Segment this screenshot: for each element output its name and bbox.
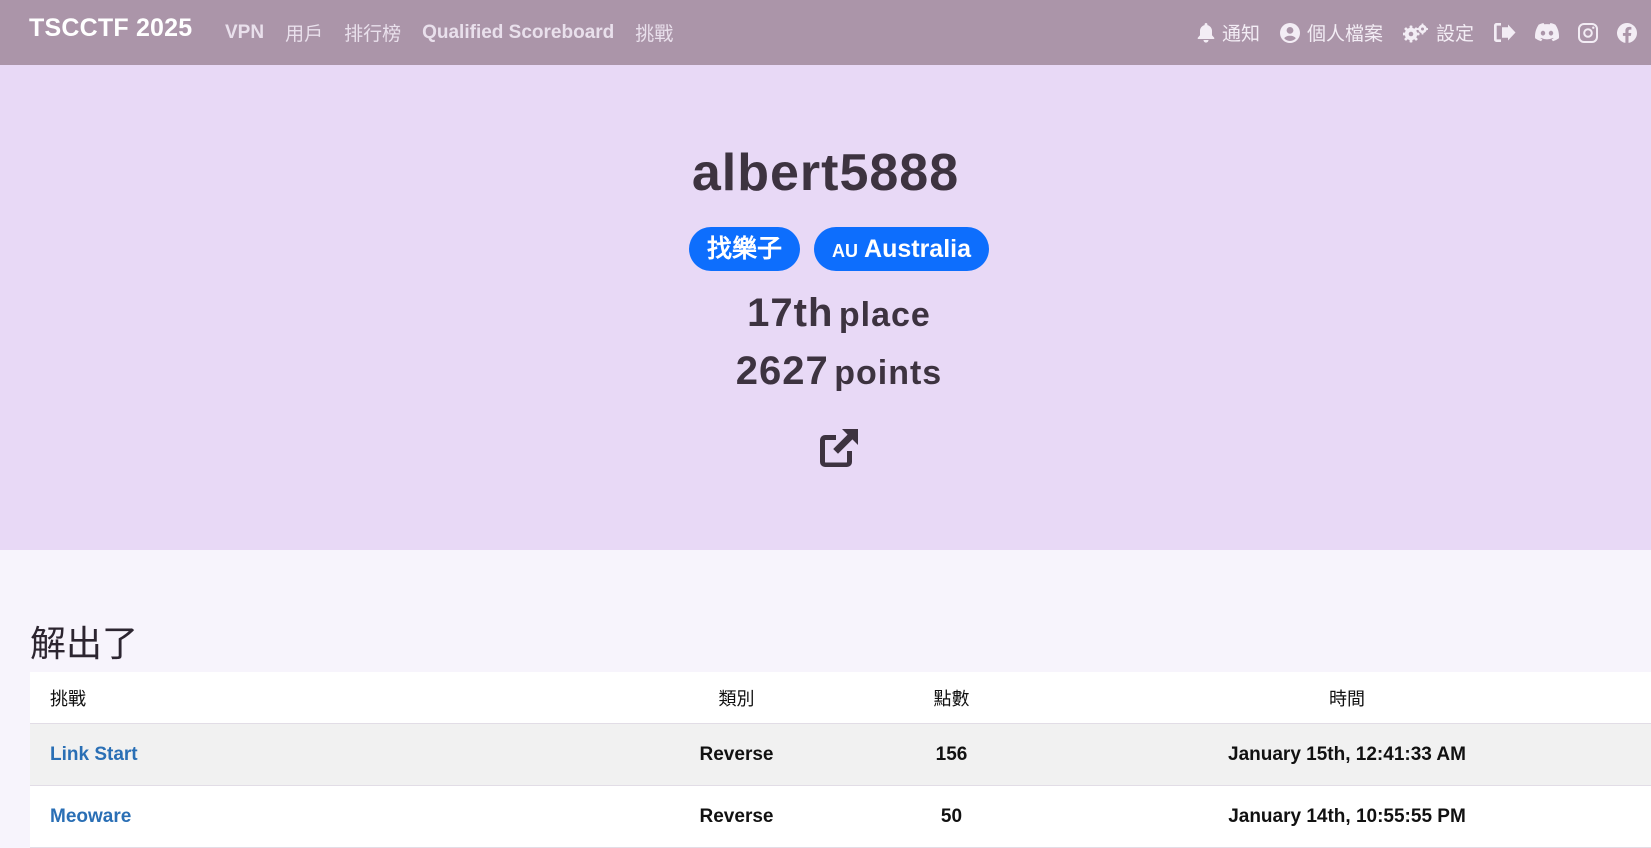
- facebook-link[interactable]: [1617, 22, 1637, 43]
- discord-link[interactable]: [1535, 23, 1559, 42]
- settings-label: 設定: [1435, 24, 1474, 45]
- place-value: 17th: [747, 291, 834, 335]
- points-stat: 2627 points: [0, 349, 1651, 394]
- nav-right-links: 通知 個人檔案 設定: [1197, 0, 1651, 65]
- header-time[interactable]: 時間: [1043, 685, 1651, 711]
- external-link-icon[interactable]: [818, 427, 860, 469]
- brand-logo[interactable]: TSCCTF 2025: [29, 14, 192, 43]
- time-cell: January 15th, 12:41:33 AM: [1228, 743, 1466, 765]
- bell-icon: [1197, 22, 1215, 43]
- country-badge: AU Australia: [814, 227, 989, 271]
- nav-link-scoreboard[interactable]: 排行榜: [344, 19, 401, 46]
- user-circle-icon: [1279, 22, 1300, 43]
- profile-label: 個人檔案: [1306, 24, 1383, 45]
- nav-link-qualified-scoreboard[interactable]: Qualified Scoreboard: [422, 22, 614, 44]
- points-unit: points: [834, 354, 943, 392]
- nav-link-challenges[interactable]: 挑戰: [635, 19, 673, 46]
- country-name: Australia: [864, 235, 971, 263]
- category-cell: Reverse: [699, 805, 774, 827]
- table-header-row: 挑戰 類別 點數 時間: [30, 672, 1651, 724]
- challenge-link[interactable]: Link Start: [30, 744, 613, 766]
- instagram-icon: [1578, 22, 1598, 43]
- nav-notifications[interactable]: 通知: [1197, 19, 1260, 46]
- header-category[interactable]: 類別: [613, 685, 860, 711]
- points-cell: 156: [935, 743, 968, 765]
- time-cell: January 14th, 10:55:55 PM: [1228, 805, 1466, 827]
- facebook-icon: [1617, 22, 1637, 43]
- username-heading: albert5888: [691, 144, 960, 202]
- header-challenge[interactable]: 挑戰: [30, 685, 613, 711]
- challenge-link[interactable]: Meoware: [30, 806, 613, 828]
- nav-link-vpn[interactable]: VPN: [225, 22, 264, 44]
- instagram-link[interactable]: [1578, 22, 1598, 43]
- nav-settings[interactable]: 設定: [1402, 19, 1474, 46]
- team-badge[interactable]: 找樂子: [689, 227, 801, 271]
- place-unit: place: [838, 296, 931, 334]
- solves-title: 解出了: [30, 623, 139, 664]
- country-code: AU: [832, 241, 859, 261]
- nav-left-links: VPN 用戶 排行榜 Qualified Scoreboard 挑戰: [225, 0, 694, 65]
- solves-table: 挑戰 類別 點數 時間 Link Start Reverse 156 Janua…: [30, 672, 1651, 848]
- nav-profile[interactable]: 個人檔案: [1279, 19, 1383, 46]
- header-points[interactable]: 點數: [860, 685, 1043, 711]
- table-row: Meoware Reverse 50 January 14th, 10:55:5…: [30, 786, 1651, 848]
- logout-icon: [1494, 23, 1516, 42]
- category-cell: Reverse: [699, 743, 774, 765]
- place-stat: 17th place: [0, 291, 1651, 336]
- table-row: Link Start Reverse 156 January 15th, 12:…: [30, 724, 1651, 786]
- profile-header: albert5888 找樂子 AU Australia 17th place 26…: [0, 65, 1651, 550]
- logout-button[interactable]: [1494, 23, 1516, 42]
- badge-group: 找樂子 AU Australia: [0, 227, 1651, 271]
- gears-icon: [1402, 23, 1428, 42]
- points-value: 2627: [735, 349, 829, 393]
- notifications-label: 通知: [1221, 24, 1260, 45]
- top-navbar: TSCCTF 2025 VPN 用戶 排行榜 Qualified Scorebo…: [0, 0, 1651, 65]
- points-cell: 50: [940, 805, 963, 827]
- nav-link-users[interactable]: 用戶: [285, 19, 323, 46]
- discord-icon: [1535, 23, 1559, 42]
